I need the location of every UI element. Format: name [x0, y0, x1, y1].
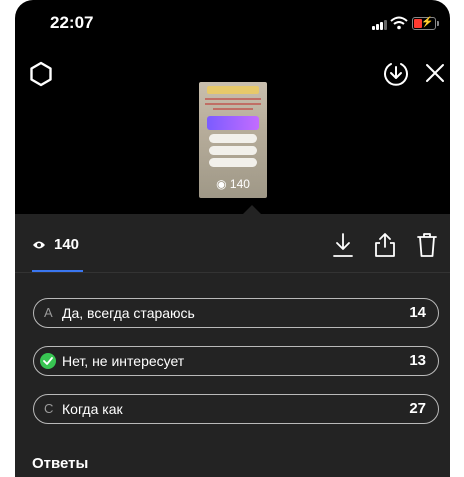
answers-section-title: Ответы [32, 455, 89, 472]
gear-icon[interactable] [28, 61, 54, 87]
poll-option-b[interactable]: Нет, не интересует 13 [33, 346, 439, 376]
story-thumbnail[interactable]: ◉ 140 [199, 82, 267, 198]
share-icon[interactable] [373, 232, 397, 258]
story-insights-sheet: 140 A Да, всегда стараюсь 14 Нет, не инт… [15, 214, 450, 477]
signal-icon [372, 20, 387, 30]
option-text: Когда как [62, 401, 123, 417]
sheet-divider [15, 272, 450, 273]
option-text: Да, всегда стараюсь [62, 305, 195, 321]
option-votes: 13 [409, 352, 426, 369]
poll-option-a[interactable]: A Да, всегда стараюсь 14 [33, 298, 439, 328]
option-letter: C [44, 401, 54, 416]
thumbnail-pointer [243, 205, 261, 214]
check-circle-icon [40, 353, 56, 369]
download-icon[interactable] [332, 232, 354, 258]
poll-option-c[interactable]: C Когда как 27 [33, 394, 439, 424]
close-icon[interactable] [424, 62, 446, 84]
app-frame: 22:07 ⚡ ◉ 140 140 A Да, всегда стараюсь … [15, 0, 450, 477]
option-text: Нет, не интересует [62, 353, 185, 369]
wifi-icon [390, 16, 408, 30]
download-circle-icon[interactable] [382, 60, 410, 88]
story-views-overlay: ◉ 140 [216, 177, 250, 191]
option-letter: A [44, 305, 53, 320]
views-count: 140 [54, 236, 80, 253]
status-bar: 22:07 ⚡ [15, 0, 450, 44]
option-votes: 14 [409, 304, 426, 321]
eye-icon [33, 241, 45, 249]
battery-icon: ⚡ [412, 17, 439, 30]
option-votes: 27 [409, 400, 426, 417]
status-time: 22:07 [50, 13, 94, 32]
trash-icon[interactable] [416, 232, 438, 258]
